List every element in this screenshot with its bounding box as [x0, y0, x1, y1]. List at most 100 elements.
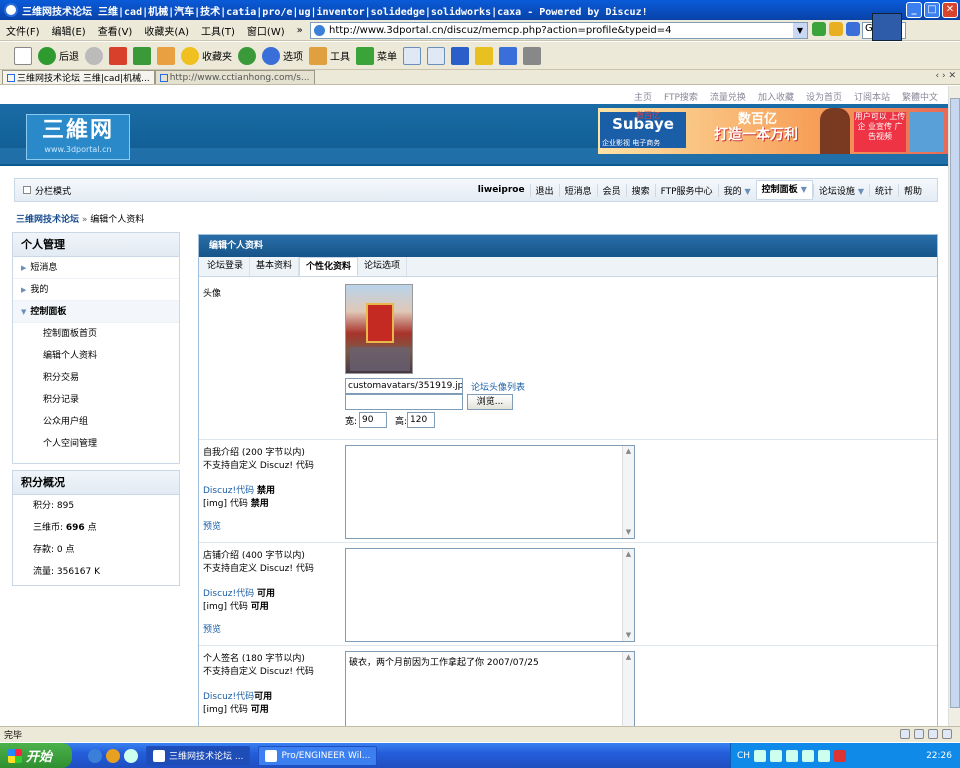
address-bar[interactable]: http://www.3dportal.cn/discuz/memcp.php?… [310, 22, 808, 39]
status-popup-icon[interactable] [914, 729, 924, 739]
top-link-traffic[interactable]: 流量兑换 [710, 90, 746, 103]
stop-icon[interactable] [109, 46, 127, 65]
network-icon[interactable] [499, 46, 517, 65]
menu-edit[interactable]: 编辑(E) [46, 23, 92, 38]
tab-personalize[interactable]: 个性化资料 [299, 257, 359, 276]
breadcrumb-home[interactable]: 三维网技术论坛 [16, 215, 79, 225]
nav-ftp[interactable]: FTP服务中心 [654, 183, 718, 197]
menu-favorites[interactable]: 收藏夹(A) [138, 23, 195, 38]
tab-navigation[interactable]: ‹ › ✕ [936, 71, 956, 81]
go-icon[interactable] [812, 22, 826, 36]
scrollbar-thumb[interactable] [950, 98, 960, 708]
nav-help[interactable]: 帮助 [897, 183, 927, 197]
sidebar-item-messages[interactable]: ▶ 短消息 [13, 257, 179, 279]
avatar-file-input[interactable] [345, 394, 463, 410]
new-page-icon[interactable] [14, 46, 32, 65]
sidebar-item-my[interactable]: ▶ 我的 [13, 279, 179, 301]
sidebar-sub-cp-home[interactable]: 控制面板首页 [13, 323, 179, 345]
shop-textarea[interactable]: ▲ ▼ [345, 548, 635, 642]
menu-more[interactable]: » [291, 25, 309, 36]
tab-basic[interactable]: 基本资料 [250, 257, 300, 276]
nav-messages[interactable]: 短消息 [558, 183, 597, 197]
tray-antivirus-icon[interactable] [834, 749, 847, 762]
top-link-ftp[interactable]: FTP搜索 [664, 90, 698, 103]
input-language[interactable]: CH [737, 751, 750, 761]
bio-textarea[interactable]: ▲ ▼ [345, 445, 635, 539]
tray-network-icon[interactable] [818, 749, 831, 762]
forward-icon[interactable] [85, 46, 103, 65]
desktop-icon[interactable] [124, 748, 138, 763]
menu-file[interactable]: 文件(F) [0, 23, 46, 38]
top-link-homepage[interactable]: 设为首页 [806, 90, 842, 103]
avatar-height-input[interactable]: 120 [407, 412, 435, 428]
task-forum[interactable]: 三维网技术论坛 ... [146, 745, 251, 766]
top-link-bookmark[interactable]: 加入收藏 [758, 90, 794, 103]
status-zoom-icon[interactable] [928, 729, 938, 739]
top-link-traditional[interactable]: 繁體中文 [902, 90, 938, 103]
tools-button[interactable]: 工具 [309, 46, 350, 65]
sidebar-item-control-panel[interactable]: ▼ 控制面板 [13, 301, 179, 323]
menu-view[interactable]: 查看(V) [92, 23, 139, 38]
textarea-scrollbar[interactable]: ▲▼ [622, 446, 634, 538]
back-button[interactable]: 后退 [38, 46, 79, 65]
nav-logout[interactable]: 退出 [529, 183, 559, 197]
tab-options[interactable]: 论坛选项 [358, 257, 408, 276]
refresh-icon[interactable] [133, 46, 151, 65]
menu-window[interactable]: 窗口(W) [241, 23, 291, 38]
page-scrollbar[interactable] [948, 86, 960, 726]
favorites-button[interactable]: 收藏夹 [181, 46, 232, 65]
nav-control-panel[interactable]: 控制面板 ▼ [755, 180, 813, 200]
bio-preview-link[interactable]: 预览 [203, 521, 314, 534]
textarea-scrollbar[interactable]: ▲▼ [622, 652, 634, 726]
tab-forum[interactable]: 三维网技术论坛 三维|cad|机械... [2, 70, 155, 84]
tab-cctianhong[interactable]: http://www.cctianhong.com/s... [154, 70, 315, 84]
ie-icon[interactable] [88, 748, 102, 763]
print-icon[interactable] [523, 46, 541, 65]
sidebar-sub-credit-log[interactable]: 积分记录 [13, 389, 179, 411]
split-window-icon[interactable] [403, 46, 421, 65]
nav-stats[interactable]: 统计 [868, 183, 898, 197]
start-button[interactable]: 开始 [0, 743, 72, 768]
sidebar-sub-credit-trade[interactable]: 积分交易 [13, 367, 179, 389]
nav-facilities[interactable]: 论坛设施 ▼ [812, 183, 869, 197]
close-tab-icon[interactable] [427, 46, 445, 65]
sidebar-sub-public-groups[interactable]: 公众用户组 [13, 411, 179, 433]
top-link-home[interactable]: 主页 [634, 90, 652, 103]
tray-help-icon[interactable] [802, 749, 815, 762]
tray-block-icon[interactable] [770, 749, 783, 762]
site-logo[interactable]: 三維网 www.3dportal.cn [26, 114, 130, 160]
up-icon[interactable] [475, 46, 493, 65]
textarea-scrollbar[interactable]: ▲▼ [622, 549, 634, 641]
undo-icon[interactable] [451, 46, 469, 65]
tray-pen-icon[interactable] [786, 749, 799, 762]
globe-icon[interactable] [846, 22, 860, 36]
top-link-subscribe[interactable]: 订阅本站 [854, 90, 890, 103]
avatar-width-input[interactable]: 90 [359, 412, 387, 428]
address-dropdown-icon[interactable]: ▼ [793, 23, 807, 38]
close-button[interactable]: ✕ [942, 2, 958, 18]
address-value[interactable]: http://www.3dportal.cn/discuz/memcp.php?… [329, 25, 671, 36]
shop-preview-link[interactable]: 预览 [203, 624, 314, 637]
menu-tools[interactable]: 工具(T) [195, 23, 241, 38]
scroll-down-icon[interactable]: ▼ [623, 630, 634, 641]
nav-username[interactable]: liweiproe [473, 185, 530, 195]
signature-textarea[interactable]: 破衣，两个月前因为工作拿起了你 2007/07/25 ▲▼ [345, 651, 635, 726]
minimize-button[interactable]: _ [906, 2, 922, 18]
scroll-up-icon[interactable]: ▲ [623, 549, 634, 560]
browse-button[interactable]: 浏览... [467, 394, 513, 410]
avatar-list-link[interactable]: 论坛头像列表 [471, 380, 525, 393]
star-icon[interactable] [829, 22, 843, 36]
split-mode-toggle[interactable]: 分栏模式 [23, 184, 71, 197]
scroll-up-icon[interactable]: ▲ [623, 652, 634, 663]
nav-my[interactable]: 我的 ▼ [717, 183, 756, 197]
maximize-button[interactable]: □ [924, 2, 940, 18]
task-proengineer[interactable]: Pro/ENGINEER Wil... [258, 745, 378, 766]
nav-search[interactable]: 搜索 [625, 183, 655, 197]
sidebar-sub-space[interactable]: 个人空间管理 [13, 433, 179, 455]
scroll-up-icon[interactable]: ▲ [623, 446, 634, 457]
status-network-icon[interactable] [900, 729, 910, 739]
history-icon[interactable] [238, 46, 256, 65]
menu-button[interactable]: 菜单 [356, 46, 397, 65]
tray-app-icon[interactable] [754, 749, 767, 762]
options-button[interactable]: 选项 [262, 46, 303, 65]
